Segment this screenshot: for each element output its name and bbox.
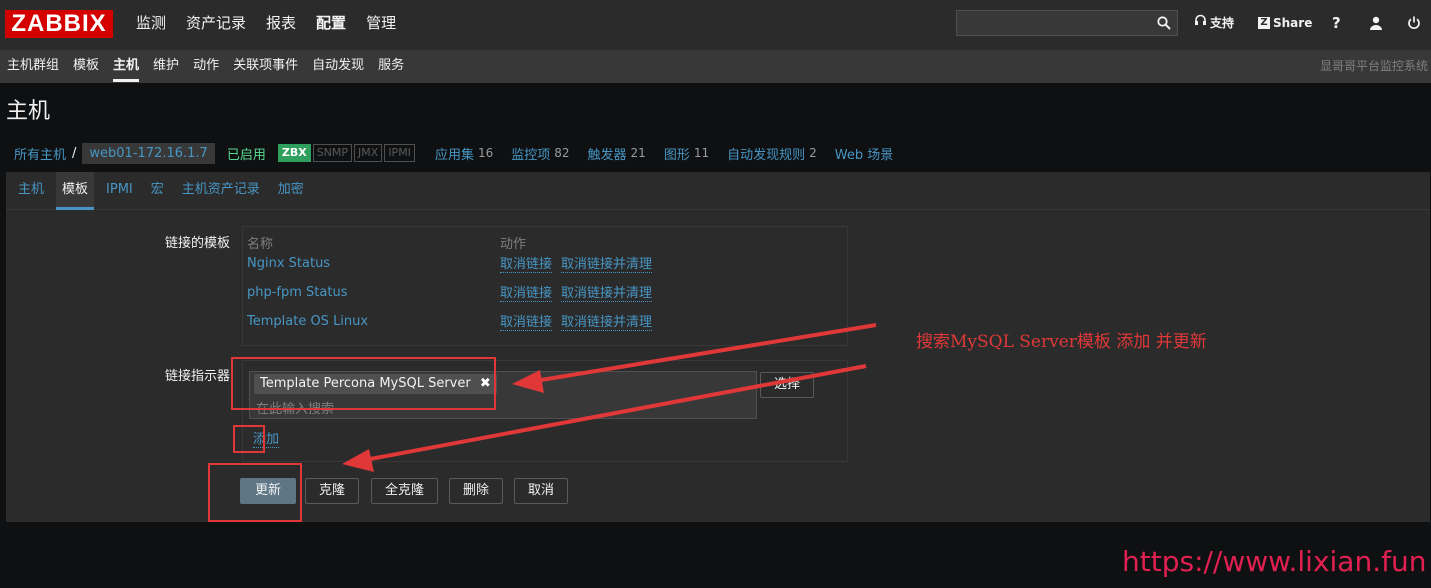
annotation-arrows: [342, 323, 877, 472]
watermark: https://www.lixian.fun: [1122, 545, 1427, 578]
annotation-text: 搜索MySQL Server模板 添加 并更新: [916, 332, 1207, 352]
